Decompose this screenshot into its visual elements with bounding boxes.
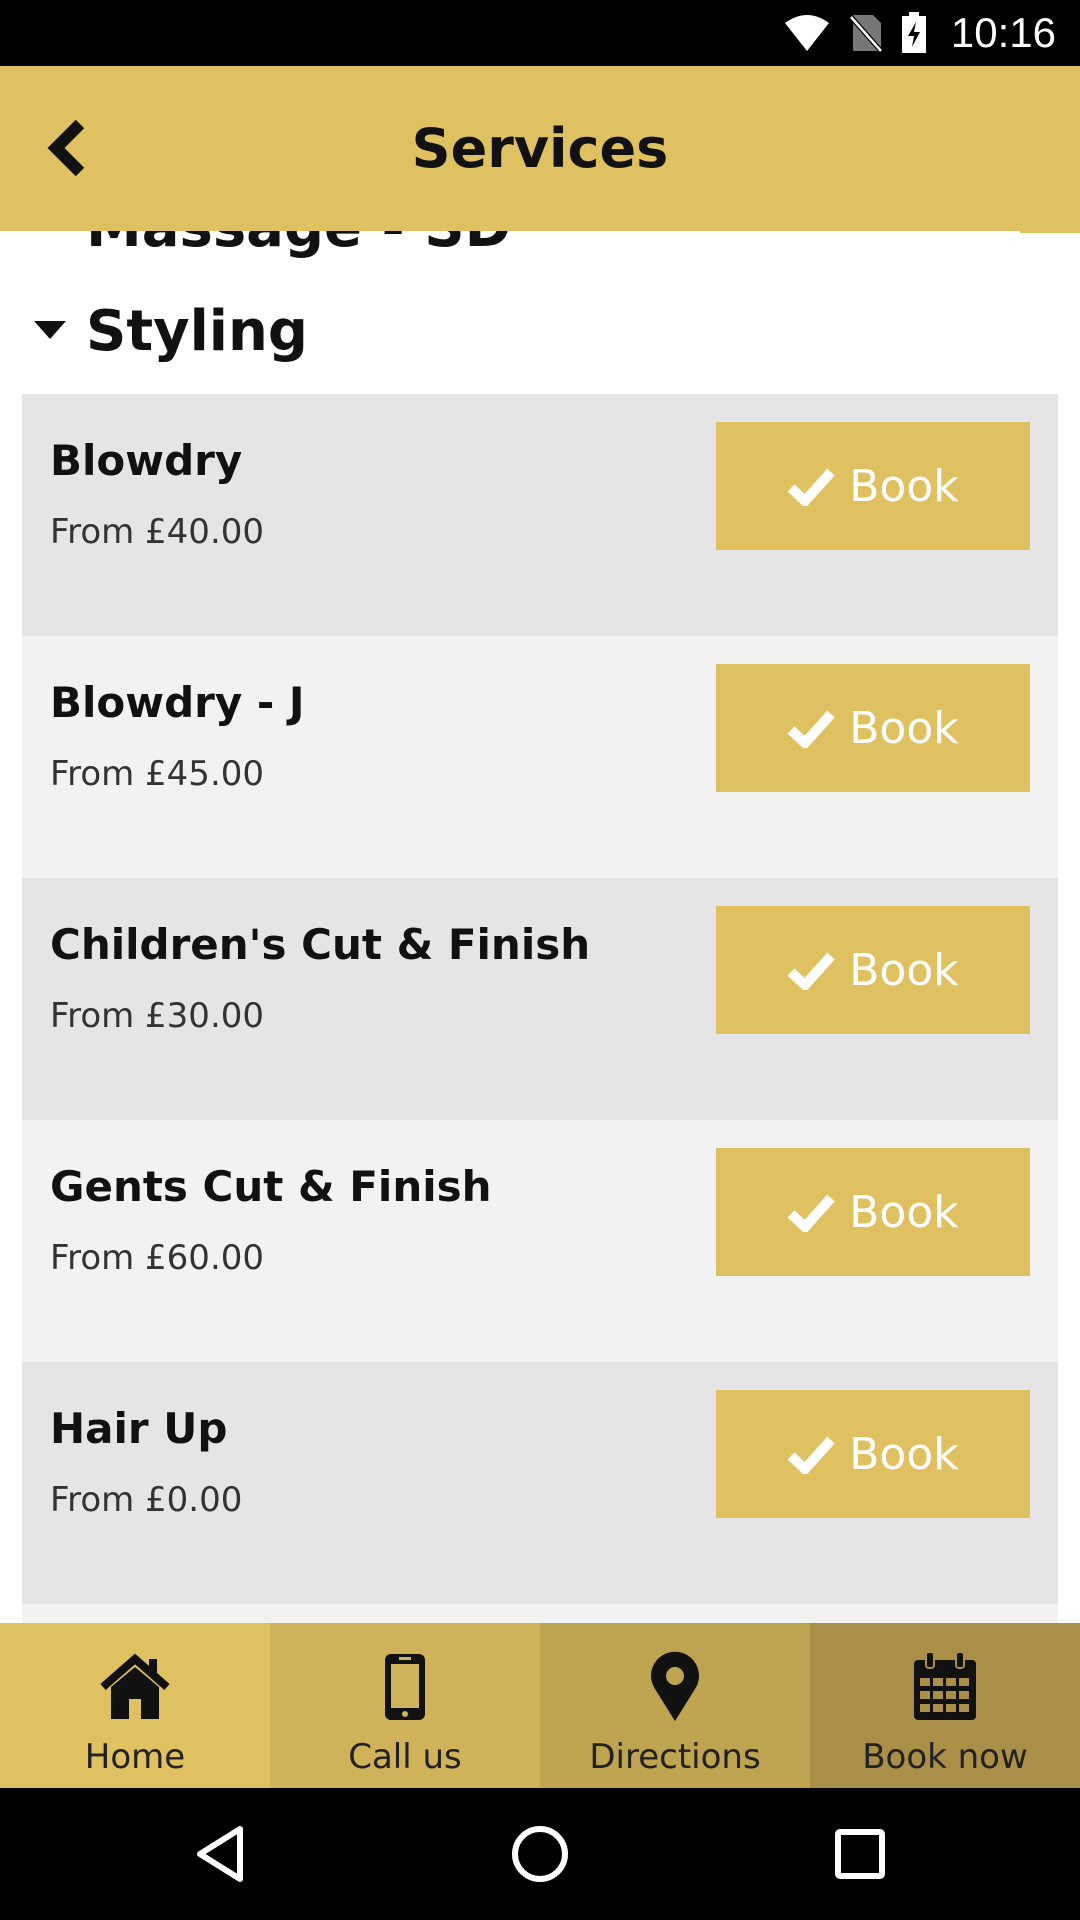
- bottom-nav: Home Call us Directions Book now: [0, 1623, 1080, 1788]
- book-button-label: Book: [849, 1186, 959, 1238]
- service-name: Blowdry - J: [50, 678, 305, 727]
- book-button[interactable]: Book: [716, 1148, 1030, 1276]
- home-icon: [99, 1649, 171, 1725]
- service-price: From £0.00: [50, 1480, 243, 1520]
- recents-square-icon: [835, 1829, 885, 1879]
- nav-call-label: Call us: [348, 1737, 462, 1777]
- book-button[interactable]: Book: [716, 906, 1030, 1034]
- service-row: Gents Cut & Finish From £60.00 Book: [22, 1120, 1058, 1362]
- book-button[interactable]: Book: [716, 1390, 1030, 1518]
- service-name: Blowdry: [50, 436, 243, 485]
- book-button[interactable]: Book: [716, 664, 1030, 792]
- nav-home-label: Home: [84, 1737, 186, 1777]
- system-recents-button[interactable]: [824, 1818, 896, 1890]
- nav-directions[interactable]: Directions: [540, 1623, 810, 1788]
- nav-call-us[interactable]: Call us: [270, 1623, 540, 1788]
- calendar-icon: [912, 1649, 978, 1725]
- check-icon: [787, 710, 835, 748]
- status-time: 10:16: [950, 9, 1056, 56]
- system-back-button[interactable]: [184, 1818, 256, 1890]
- service-price: From £60.00: [50, 1238, 265, 1278]
- book-button-label: Book: [849, 944, 959, 996]
- book-button[interactable]: Book: [716, 422, 1030, 550]
- service-row: Blowdry From £40.00 Book: [22, 394, 1058, 636]
- no-sim-icon: [849, 15, 883, 53]
- check-icon: [787, 952, 835, 990]
- service-row: Hair Up From £0.00 Book: [22, 1362, 1058, 1604]
- book-button-label: Book: [849, 702, 959, 754]
- service-row: [22, 1604, 1058, 1623]
- home-circle-icon: [512, 1826, 568, 1882]
- section-header-styling[interactable]: Styling: [22, 291, 308, 371]
- service-name: Hair Up: [50, 1404, 228, 1453]
- service-price: From £40.00: [50, 512, 265, 552]
- status-icons: 10:16: [783, 0, 1056, 66]
- service-price: From £30.00: [50, 996, 265, 1036]
- system-nav-bar: [0, 1788, 1080, 1920]
- book-button-label: Book: [849, 1428, 959, 1480]
- check-icon: [787, 1194, 835, 1232]
- back-triangle-icon: [197, 1826, 243, 1882]
- service-list: Blowdry From £40.00 Book Blowdry - J Fro…: [22, 394, 1058, 1623]
- service-row: Blowdry - J From £45.00 Book: [22, 636, 1058, 878]
- check-icon: [787, 468, 835, 506]
- status-bar: 10:16: [0, 0, 1080, 66]
- nav-book-now[interactable]: Book now: [810, 1623, 1080, 1788]
- chevron-left-icon: [47, 120, 85, 176]
- service-price: From £45.00: [50, 754, 265, 794]
- nav-directions-label: Directions: [589, 1737, 761, 1777]
- nav-book-now-label: Book now: [862, 1737, 1028, 1777]
- service-name: Gents Cut & Finish: [50, 1162, 492, 1211]
- book-button-label: Book: [849, 460, 959, 512]
- services-content[interactable]: Massage - SD Styling Blowdry From £40.00…: [0, 231, 1080, 1623]
- back-button[interactable]: [36, 110, 100, 186]
- wifi-icon: [784, 15, 829, 51]
- map-pin-icon: [649, 1649, 701, 1725]
- phone-icon: [383, 1649, 427, 1725]
- system-home-button[interactable]: [504, 1818, 576, 1890]
- service-row: Children's Cut & Finish From £30.00 Book: [22, 878, 1058, 1120]
- check-icon: [787, 1436, 835, 1474]
- caret-down-icon: [22, 291, 78, 371]
- battery-charging-icon: [901, 12, 926, 53]
- service-name: Children's Cut & Finish: [50, 920, 591, 969]
- section-title: Styling: [86, 298, 308, 364]
- scroll-indicator: [1020, 231, 1080, 233]
- previous-section-title: Massage - SD: [86, 231, 511, 260]
- page-title: Services: [411, 117, 669, 180]
- app-bar: Services: [0, 66, 1080, 231]
- nav-home[interactable]: Home: [0, 1623, 270, 1788]
